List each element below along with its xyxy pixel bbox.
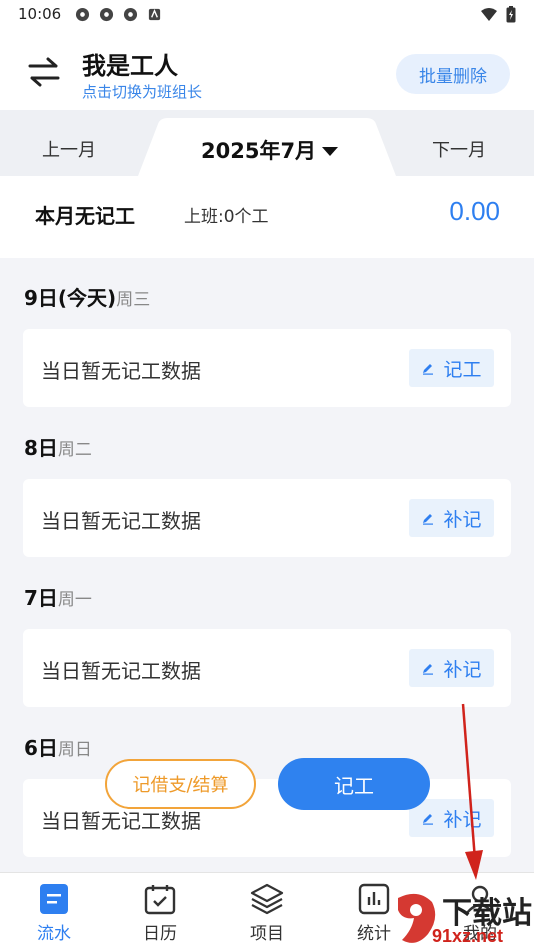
app-notification-icon	[76, 7, 90, 21]
text-notification-icon	[149, 8, 161, 20]
nav-label: 日历	[143, 924, 177, 944]
day-card: 当日暂无记工数据 补记	[23, 629, 511, 707]
nav-item-flow[interactable]: 流水	[14, 883, 94, 944]
header: 我是工人 点击切换为班组长 批量删除	[0, 28, 534, 110]
empty-record-text: 当日暂无记工数据	[41, 509, 201, 533]
nav-label: 项目	[250, 924, 284, 944]
chart-icon	[358, 883, 390, 915]
watermark-url: 91xz.net	[432, 926, 504, 946]
day-date: 6日	[24, 736, 58, 760]
battery-icon	[506, 5, 516, 22]
prev-month-button[interactable]: 上一月	[42, 136, 96, 162]
switch-role-link[interactable]: 点击切换为班组长	[82, 81, 202, 102]
app-notification-icon	[100, 7, 114, 21]
summary-amount: 0.00	[449, 196, 500, 226]
loan-settlement-button[interactable]: 记借支/结算	[105, 759, 256, 809]
day-heading: 6日周日	[24, 732, 92, 761]
status-bar: 10:06	[0, 0, 534, 28]
nav-item-project[interactable]: 项目	[227, 883, 307, 944]
summary-title: 本月无记工	[35, 204, 135, 228]
day-card: 当日暂无记工数据 补记	[23, 479, 511, 557]
calendar-icon	[144, 885, 176, 915]
annotation-arrow	[461, 703, 483, 880]
supplement-record-label: 补记	[443, 658, 482, 681]
record-work-label: 记工	[443, 358, 482, 381]
day-heading: 8日周二	[24, 432, 92, 461]
current-month-label: 2025年7月	[201, 139, 317, 163]
pencil-icon	[423, 664, 434, 675]
pencil-icon	[423, 364, 434, 375]
empty-record-text: 当日暂无记工数据	[41, 359, 201, 383]
switch-role-icon[interactable]	[26, 54, 62, 90]
wifi-icon	[481, 7, 497, 21]
day-heading: 9日(今天)周三	[24, 282, 150, 311]
layers-icon	[250, 883, 284, 915]
caret-down-icon	[322, 146, 339, 156]
day-heading: 7日周一	[24, 582, 92, 611]
month-summary: 本月无记工 上班:0个工 0.00	[0, 176, 534, 258]
empty-record-text: 当日暂无记工数据	[41, 809, 201, 833]
document-icon	[40, 884, 68, 914]
month-switcher: 上一月 2025年7月 下一月	[0, 110, 534, 176]
watermark-logo: 下载站 91xz.net	[388, 888, 534, 950]
day-date: 9日(今天)	[24, 286, 117, 310]
day-date: 7日	[24, 586, 58, 610]
record-work-main-button[interactable]: 记工	[278, 758, 430, 810]
batch-delete-button[interactable]: 批量删除	[396, 54, 510, 94]
status-time: 10:06	[18, 5, 62, 23]
summary-work-count: 上班:0个工	[184, 207, 269, 227]
empty-record-text: 当日暂无记工数据	[41, 659, 201, 683]
day-date: 8日	[24, 436, 58, 460]
supplement-record-label: 补记	[443, 508, 482, 531]
day-weekday: 周一	[57, 590, 92, 610]
current-month-selector[interactable]: 2025年7月	[201, 135, 339, 165]
app-notification-icon	[124, 7, 138, 21]
supplement-record-button[interactable]: 补记	[409, 649, 494, 687]
day-weekday: 周三	[116, 290, 151, 310]
next-month-button[interactable]: 下一月	[432, 136, 486, 162]
record-work-button[interactable]: 记工	[409, 349, 494, 387]
pencil-icon	[423, 514, 434, 525]
pencil-icon	[423, 814, 434, 825]
nav-item-calendar[interactable]: 日历	[120, 883, 200, 944]
day-card: 当日暂无记工数据 补记	[23, 779, 511, 857]
role-title[interactable]: 我是工人	[82, 46, 178, 81]
nav-label: 流水	[37, 924, 71, 944]
day-card: 当日暂无记工数据 记工	[23, 329, 511, 407]
day-weekday: 周日	[57, 740, 92, 760]
supplement-record-button[interactable]: 补记	[409, 499, 494, 537]
day-weekday: 周二	[57, 440, 92, 460]
